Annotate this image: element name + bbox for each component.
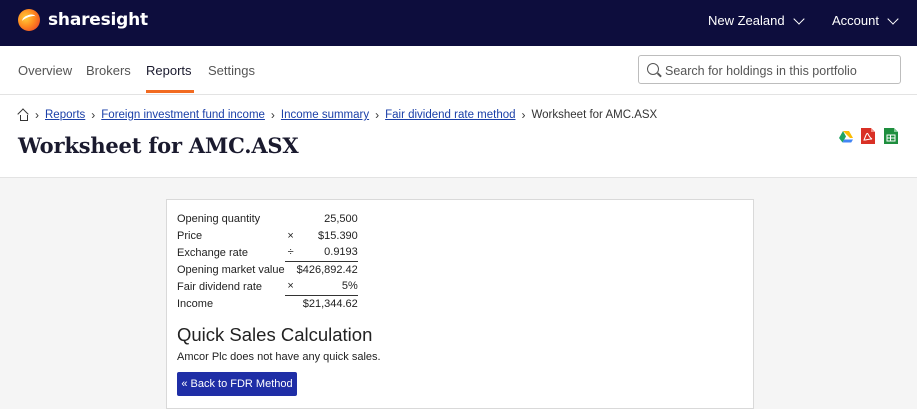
table-row: Income $21,344.62 [177,295,358,312]
chevron-down-icon [792,12,805,25]
tab-reports[interactable]: Reports [146,63,192,78]
breadcrumb-current: Worksheet for AMC.ASX [531,109,658,121]
brand[interactable]: sharesight [18,9,148,31]
back-to-fdr-method-button[interactable]: « Back to FDR Method [177,372,297,396]
worksheet-card: Opening quantity 25,500 Price × $15.390 … [166,199,754,409]
chevron-down-icon [887,12,899,25]
page-title: Worksheet for AMC.ASX [18,133,299,158]
active-tab-indicator [146,90,194,93]
search-input[interactable] [663,60,897,81]
breadcrumb-separator: › [91,108,96,122]
row-label: Income [177,297,214,310]
row-label: Price [177,229,203,242]
breadcrumb-separator: › [521,108,526,122]
row-label: Exchange rate [177,246,248,259]
tab-overview[interactable]: Overview [18,63,72,78]
row-operator: × [287,229,294,242]
breadcrumb-fair-dividend-rate-method[interactable]: Fair dividend rate method [385,109,515,121]
table-row: Opening market value $426,892.42 [177,261,358,278]
table-row: Opening quantity 25,500 [177,211,358,228]
row-operator [285,261,297,278]
worksheet-table: Opening quantity 25,500 Price × $15.390 … [177,211,358,312]
row-value: 0.9193 [296,244,358,262]
row-label: Opening market value [177,263,285,276]
table-row: Exchange rate ÷ 0.9193 [177,244,358,262]
sharesight-logo-icon [18,9,40,31]
row-value: $21,344.62 [302,297,358,310]
search-box [638,55,901,84]
home-icon[interactable] [18,110,29,121]
top-navigation-bar: sharesight New Zealand Account [0,0,917,46]
row-value: $426,892.42 [296,263,358,276]
row-operator: ÷ [284,244,297,262]
quick-sales-message: Amcor Plc does not have any quick sales. [177,351,381,363]
portfolio-navigation: Overview Brokers Reports Settings [0,46,917,95]
tab-brokers[interactable]: Brokers [86,63,131,78]
table-row: Fair dividend rate × 5% [177,278,358,296]
tab-settings[interactable]: Settings [208,63,255,78]
breadcrumb-separator: › [375,108,380,122]
breadcrumb-separator: › [270,108,275,122]
page-header: › Reports › Foreign investment fund inco… [0,95,917,178]
breadcrumb-foreign-investment-fund-income[interactable]: Foreign investment fund income [101,109,265,121]
search-icon [647,63,659,75]
row-value: 5% [296,278,358,296]
breadcrumb: › Reports › Foreign investment fund inco… [18,108,657,122]
breadcrumb-income-summary[interactable]: Income summary [281,109,369,121]
row-operator: × [284,278,297,296]
row-operator [285,295,297,312]
breadcrumb-reports[interactable]: Reports [45,109,85,121]
region-label: New Zealand [708,13,785,28]
row-operator [285,211,297,228]
table-row: Price × $15.390 [177,228,358,245]
row-value: 25,500 [324,213,358,226]
account-label: Account [832,13,879,28]
quick-sales-heading: Quick Sales Calculation [177,324,373,345]
brand-name: sharesight [48,10,148,30]
pdf-icon[interactable] [860,127,876,145]
breadcrumb-separator: › [35,108,39,122]
row-label: Opening quantity [177,213,261,226]
spreadsheet-icon[interactable] [883,127,899,145]
region-menu[interactable]: New Zealand [708,12,805,28]
google-drive-icon[interactable] [838,127,854,145]
row-label: Fair dividend rate [177,280,262,293]
account-menu[interactable]: Account [832,12,899,28]
row-value: $15.390 [318,229,358,242]
